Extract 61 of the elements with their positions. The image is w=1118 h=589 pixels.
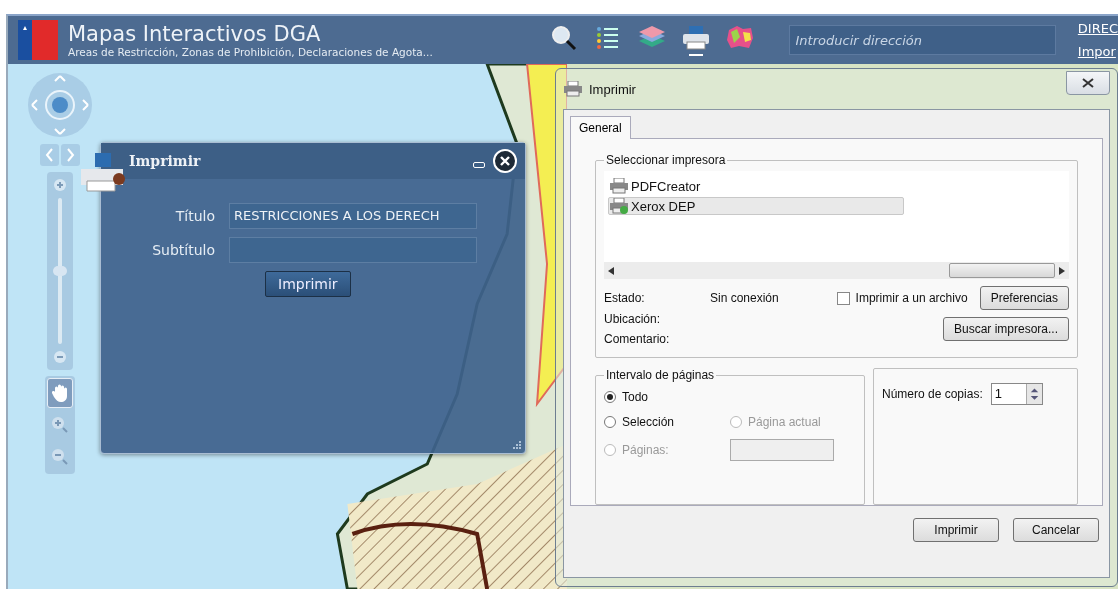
copies-spinner[interactable]: 1 [990, 383, 1043, 405]
minus-icon [53, 350, 67, 364]
printer-check-icon [609, 198, 629, 214]
plus-icon [53, 178, 67, 192]
radio-button[interactable] [604, 416, 616, 428]
panel-title: Imprimir [129, 153, 202, 169]
resize-grip-icon [512, 440, 522, 450]
info-label: Comentario: [604, 332, 671, 346]
zoom-out-icon [51, 448, 69, 466]
back-forward-arrows[interactable] [40, 144, 80, 166]
zoom-slider[interactable] [47, 172, 73, 370]
app-title: Mapas Interactivos DGA [68, 22, 322, 46]
copies-label: Número de copias: [882, 387, 983, 401]
dialog-title: Imprimir [589, 81, 637, 97]
search-icon [549, 23, 578, 52]
group-label: Seleccionar impresora [605, 153, 727, 167]
close-button[interactable] [1066, 71, 1110, 95]
hand-icon [51, 383, 69, 403]
find-printer-button[interactable]: Buscar impresora... [942, 317, 1069, 341]
preferences-button[interactable]: Preferencias [979, 286, 1069, 310]
minimize-button[interactable] [473, 162, 485, 168]
header-link[interactable]: DIREC [1077, 21, 1118, 36]
radio-label: Página actual [748, 415, 821, 429]
copies-value: 1 [991, 384, 1026, 404]
checkbox[interactable] [836, 291, 850, 305]
text-field[interactable] [229, 237, 477, 263]
field-label: Subtítulo [151, 242, 215, 258]
pan-compass[interactable] [26, 72, 94, 138]
close-icon [500, 156, 510, 166]
dialog-button[interactable]: Cancelar [1013, 518, 1099, 542]
field-label: Título [174, 208, 215, 224]
printer-item[interactable]: Xerox DEP [608, 197, 904, 215]
radio-button[interactable] [604, 391, 616, 403]
printer-icon [680, 24, 711, 51]
zoom-slider-thumb[interactable] [53, 266, 67, 276]
header-link[interactable]: Impor [1077, 44, 1118, 59]
print-button[interactable]: Imprimir [265, 271, 351, 297]
text-field[interactable]: RESTRICCIONES A LOS DERECH [229, 203, 477, 229]
radio-label: Todo [622, 390, 649, 404]
close-icon [1082, 78, 1094, 88]
group-label: Intervalo de páginas [605, 368, 716, 382]
info-value: Sin conexión [710, 291, 780, 305]
list-icon [594, 24, 621, 51]
info-label: Estado: [604, 291, 646, 305]
checkbox-label: Imprimir a un archivo [855, 291, 968, 305]
info-label: Ubicación: [604, 312, 662, 326]
printer-item[interactable]: PDFCreator [608, 177, 904, 195]
horizontal-scrollbar[interactable] [604, 262, 1069, 279]
logo-icon [18, 20, 58, 60]
printer-icon [563, 81, 583, 97]
address-search-field[interactable]: Introducir dirección [788, 25, 1056, 55]
tab[interactable]: General [570, 116, 631, 139]
scroll-right-icon [1059, 266, 1065, 275]
radio-label: Selección [622, 415, 675, 429]
printer-icon [609, 178, 629, 194]
scroll-left-icon [608, 266, 614, 275]
zoom-in-icon [51, 416, 69, 434]
map-tool-button[interactable] [47, 378, 73, 408]
app-subtitle: Areas de Restricción, Zonas de Prohibición, Declaraciones de Agota... [68, 46, 434, 58]
radio-label: Páginas: [622, 443, 669, 457]
dialog-button[interactable]: Imprimir [913, 518, 999, 542]
